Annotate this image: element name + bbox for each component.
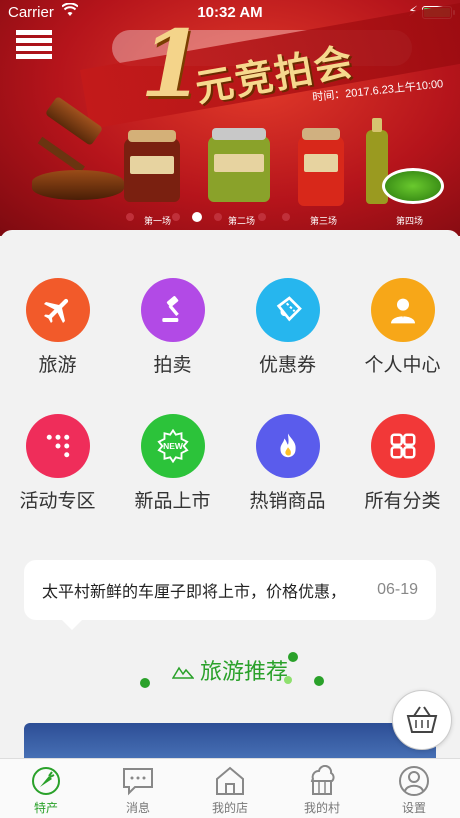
grid-label: 旅游 — [38, 355, 77, 376]
tab-label: 我的店 — [211, 801, 248, 815]
message-icon — [121, 765, 155, 797]
product-jar-2 — [208, 128, 270, 202]
tab-my-store[interactable]: 我的店 — [184, 759, 276, 818]
menu-icon[interactable] — [16, 30, 52, 60]
grid-item-profile[interactable]: 个人中心 — [345, 278, 460, 377]
slide-label[interactable]: 第二场 — [228, 214, 255, 227]
tab-bar: 特产 消息 我的店 我的村 设置 — [0, 758, 460, 818]
product-jar-1 — [124, 130, 180, 202]
grid-label: 个人中心 — [364, 355, 441, 376]
grid-item-auction[interactable]: 拍卖 — [115, 278, 230, 377]
flame-icon — [255, 414, 320, 478]
grid-label: 新品上市 — [134, 491, 211, 512]
grid-label: 所有分类 — [364, 491, 441, 512]
product-jar-3 — [298, 128, 344, 206]
settings-user-icon — [397, 765, 431, 797]
news-text: 太平村新鲜的车厘子即将上市，价格优惠， — [42, 584, 347, 601]
grid-label: 优惠券 — [258, 355, 316, 376]
tab-settings[interactable]: 设置 — [368, 759, 460, 818]
tab-label: 特产 — [33, 801, 58, 815]
news-date: 06-19 — [377, 581, 418, 598]
slide-label[interactable]: 第一场 — [144, 214, 171, 227]
carousel-slide-labels: 第一场 第二场 第三场 第四场 — [0, 214, 460, 228]
grid-item-new-products[interactable]: NEW 新品上市 — [115, 414, 230, 513]
grid-item-all-categories[interactable]: 所有分类 — [345, 414, 460, 513]
promo-banner[interactable]: Carrier 10:32 AM ⚡ 1 元竞拍会 时间：2017.6.23上午… — [0, 0, 460, 236]
carrot-icon — [29, 765, 63, 797]
news-ticker[interactable]: 太平村新鲜的车厘子即将上市，价格优惠， 06-19 — [24, 560, 436, 630]
tab-my-village[interactable]: 我的村 — [276, 759, 368, 818]
grid-item-events[interactable]: 活动专区 — [0, 414, 115, 513]
tab-label: 设置 — [401, 801, 426, 815]
slide-label[interactable]: 第三场 — [310, 214, 337, 227]
grid-item-travel[interactable]: 旅游 — [0, 278, 115, 377]
gavel-icon — [140, 278, 205, 342]
store-icon — [213, 765, 247, 797]
product-salad — [382, 168, 444, 204]
person-icon — [370, 278, 435, 342]
ticket-icon — [255, 278, 320, 342]
grid-label: 热销商品 — [249, 491, 326, 512]
grid-label: 活动专区 — [19, 491, 96, 512]
tab-messages[interactable]: 消息 — [92, 759, 184, 818]
grid-item-coupons[interactable]: 优惠券 — [230, 278, 345, 377]
tab-label: 消息 — [125, 801, 150, 815]
svg-text:NEW: NEW — [163, 441, 184, 451]
basket-icon — [406, 706, 438, 733]
village-icon — [305, 764, 339, 797]
tab-specialty[interactable]: 特产 — [0, 759, 92, 818]
section-title: 旅游推荐 — [0, 654, 460, 686]
airplane-icon — [25, 278, 90, 342]
tab-label: 我的村 — [303, 801, 340, 815]
slide-label[interactable]: 第四场 — [396, 214, 423, 227]
new-badge-icon: NEW — [140, 414, 205, 478]
categories-icon — [370, 414, 435, 478]
main-content: 旅游 拍卖 优惠券 个人中心 活动专区 NEW 新品上市 热销商品 所有分类 太… — [0, 230, 460, 763]
shopping-basket-button[interactable] — [392, 690, 452, 750]
travel-feature-image[interactable] — [24, 723, 436, 763]
grid-item-bestsellers[interactable]: 热销商品 — [230, 414, 345, 513]
gavel-illustration — [26, 95, 126, 205]
grid-label: 拍卖 — [153, 355, 192, 376]
section-title-text: 旅游推荐 — [199, 659, 288, 684]
grid-dots-icon — [25, 414, 90, 478]
mountain-icon — [171, 665, 195, 682]
